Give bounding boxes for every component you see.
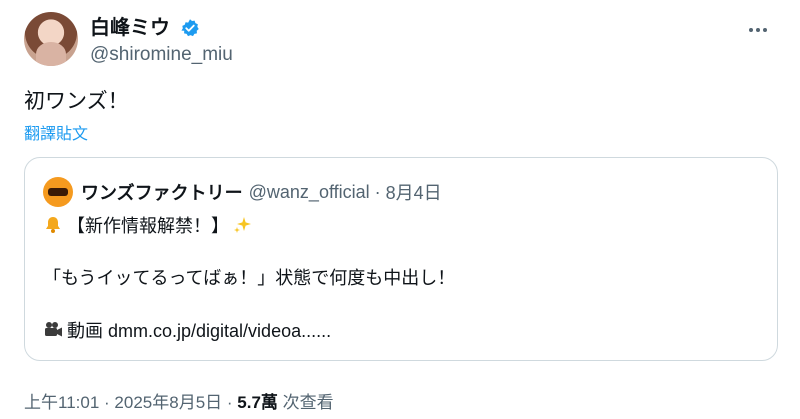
meta-separator-1: ·: [104, 393, 110, 412]
quoted-author-handle[interactable]: @wanz_official: [249, 182, 370, 203]
author-handle[interactable]: @shiromine_miu: [90, 44, 233, 66]
author-display-name[interactable]: 白峰ミウ: [90, 16, 170, 40]
translate-post-link[interactable]: 翻譯貼文: [24, 120, 88, 144]
view-count: 5.7萬: [237, 393, 278, 412]
author-avatar[interactable]: [24, 12, 78, 66]
bell-icon: [46, 217, 60, 233]
author-name-row: 白峰ミウ: [90, 16, 200, 40]
quoted-date[interactable]: 8月4日: [386, 179, 442, 205]
quoted-line-3: 動画 dmm.co.jp/digital/videoa......: [43, 319, 331, 343]
sparkles-icon: [234, 217, 251, 233]
movie-camera-icon: [45, 322, 62, 337]
tweet-time[interactable]: 上午11:01: [24, 393, 99, 412]
quoted-line-3-text: 動画 dmm.co.jp/digital/videoa......: [67, 321, 332, 341]
verified-badge-icon: [181, 19, 200, 37]
quoted-line-1: 【新作情報解禁！】: [43, 214, 257, 238]
quoted-tweet-header: ワンズファクトリー @wanz_official · 8月4日: [43, 177, 442, 207]
tweet-header: 白峰ミウ @shiromine_miu: [24, 10, 780, 70]
quoted-line-1-text: 【新作情報解禁！】: [67, 216, 229, 236]
tweet-meta: 上午11:01 · 2025年8月5日 · 5.7萬 次查看: [24, 388, 334, 413]
views-label: 次查看: [282, 393, 334, 412]
quoted-author-name[interactable]: ワンズファクトリー: [81, 179, 243, 205]
more-options-icon[interactable]: [746, 18, 770, 42]
tweet-text: 初ワンズ！: [24, 90, 129, 113]
quoted-separator: ·: [374, 181, 381, 202]
quoted-author-avatar[interactable]: [43, 177, 73, 207]
meta-separator-2: ·: [226, 393, 233, 412]
quoted-tweet-card[interactable]: ワンズファクトリー @wanz_official · 8月4日 【新作情報解禁！…: [24, 157, 778, 361]
quoted-line-2: 「もうイッてるってばぁ！」状態で何度も中出し！: [43, 268, 456, 288]
tweet-date[interactable]: 2025年8月5日: [114, 393, 222, 412]
